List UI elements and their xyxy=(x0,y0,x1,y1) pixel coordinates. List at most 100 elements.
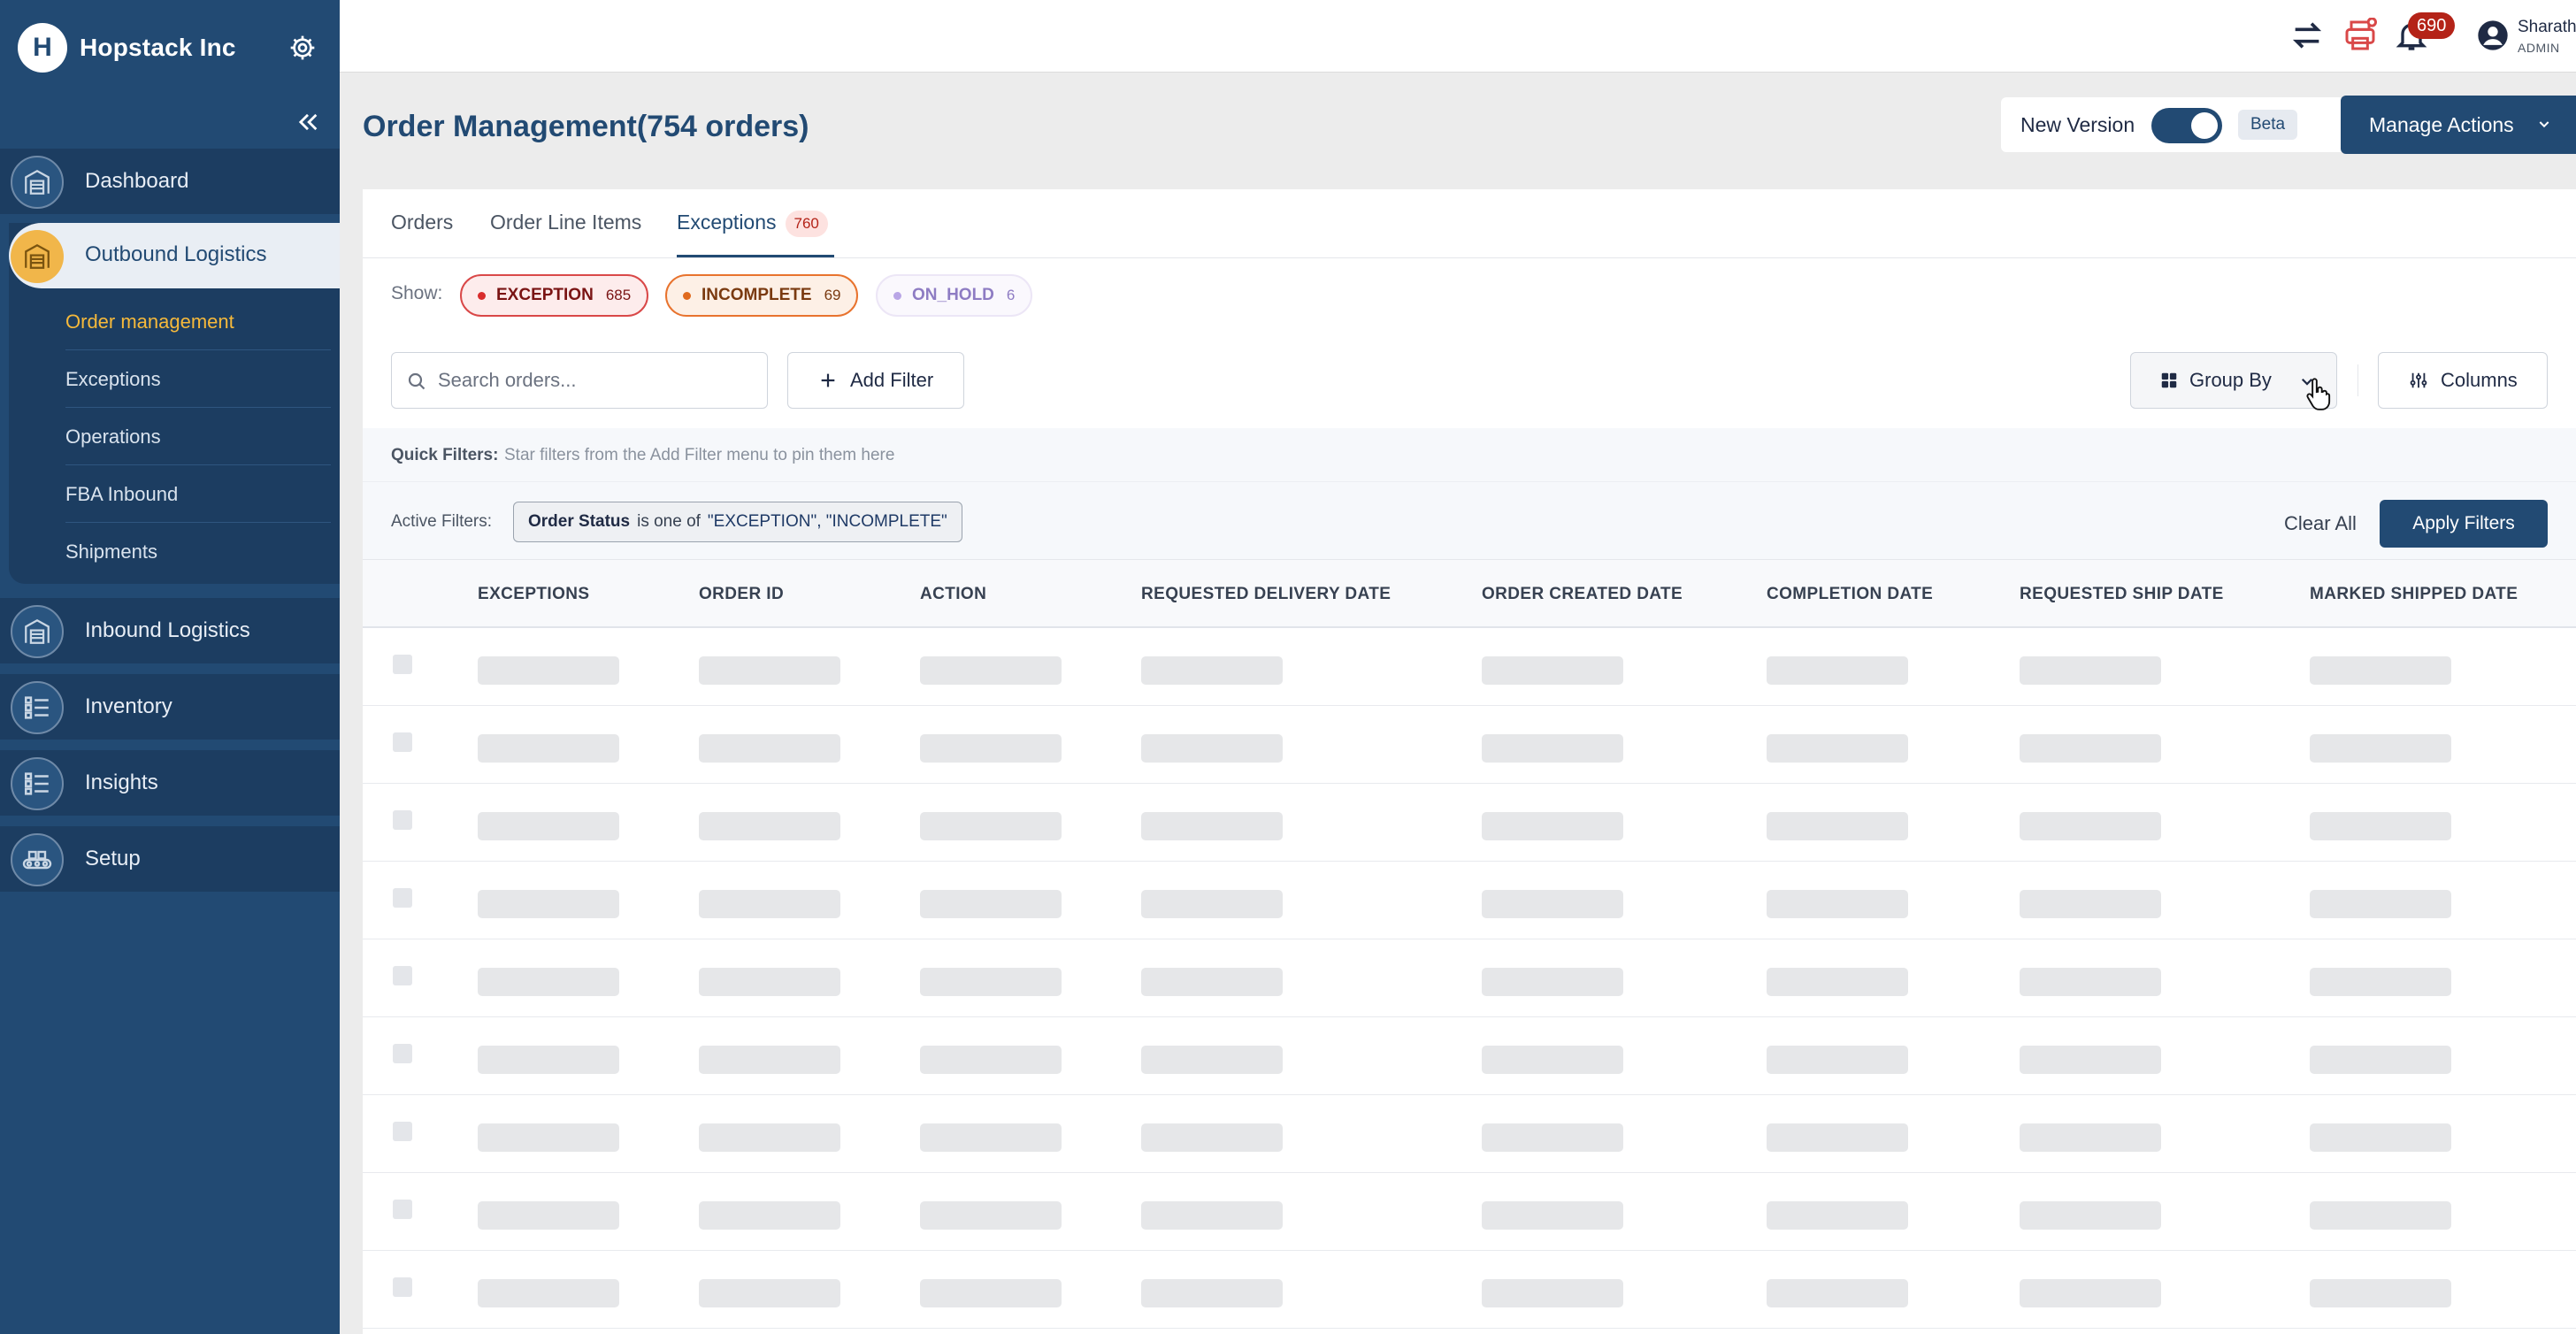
sidebar-item-setup[interactable]: Setup xyxy=(0,826,340,892)
checklist-icon xyxy=(11,757,64,810)
row-checkbox[interactable] xyxy=(393,1200,412,1219)
sidebar-subitem-order-management[interactable]: Order management xyxy=(65,294,331,350)
tab-exceptions[interactable]: Exceptions 760 xyxy=(677,211,828,237)
table-row[interactable] xyxy=(363,784,2576,862)
collapse-sidebar-icon[interactable] xyxy=(295,110,320,134)
sidebar-subitem-fba-inbound[interactable]: FBA Inbound xyxy=(65,466,331,523)
sidebar-subitem-exceptions[interactable]: Exceptions xyxy=(65,351,331,408)
row-checkbox[interactable] xyxy=(393,888,412,908)
pill-count: 685 xyxy=(605,287,632,303)
brand[interactable]: H Hopstack Inc xyxy=(18,23,236,73)
apply-filters-button[interactable]: Apply Filters xyxy=(2380,500,2548,548)
user-name[interactable]: Sharath xyxy=(2518,18,2576,37)
row-checkbox[interactable] xyxy=(393,966,412,985)
column-header[interactable]: ORDER ID xyxy=(699,585,784,604)
sidebar-item-inventory[interactable]: Inventory xyxy=(0,674,340,740)
table-row[interactable] xyxy=(363,1173,2576,1251)
row-checkbox[interactable] xyxy=(393,1277,412,1297)
status-dot xyxy=(478,291,486,300)
new-version-label: New Version xyxy=(2020,113,2135,136)
switch-arrows-icon[interactable] xyxy=(2289,18,2325,53)
active-filter-chip[interactable]: Order Status is one of "EXCEPTION", "INC… xyxy=(513,502,962,542)
topbar xyxy=(340,0,2576,73)
row-checkbox[interactable] xyxy=(393,1122,412,1141)
new-version-toggle-box: New Version Beta xyxy=(2001,97,2344,152)
table-row[interactable] xyxy=(363,862,2576,939)
loading-skeleton-cell xyxy=(478,1201,619,1230)
row-checkbox[interactable] xyxy=(393,655,412,674)
column-header[interactable]: REQUESTED DELIVERY DATE xyxy=(1141,585,1391,604)
loading-skeleton-cell xyxy=(2310,656,2451,685)
column-header[interactable]: ACTION xyxy=(920,585,986,604)
active-filters-row: Active Filters: Order Status is one of "… xyxy=(363,481,2576,559)
sidebar-item-dashboard[interactable]: Dashboard xyxy=(0,149,340,214)
loading-skeleton-cell xyxy=(2310,734,2451,763)
table-row[interactable] xyxy=(363,1251,2576,1329)
loading-skeleton-cell xyxy=(1767,1123,1908,1152)
status-pill-incomplete[interactable]: INCOMPLETE 69 xyxy=(665,274,859,317)
quick-filters-row: Quick Filters: Star filters from the Add… xyxy=(363,428,2576,481)
tab-order-line-items[interactable]: Order Line Items xyxy=(490,211,641,234)
printer-icon[interactable] xyxy=(2342,18,2378,53)
columns-button[interactable]: Columns xyxy=(2378,352,2548,409)
warehouse-icon xyxy=(11,230,64,283)
loading-skeleton-cell xyxy=(1767,812,1908,840)
plus-icon xyxy=(821,373,835,387)
loading-skeleton-cell xyxy=(2020,734,2161,763)
loading-skeleton-cell xyxy=(1141,968,1283,996)
sidebar-subitem-shipments[interactable]: Shipments xyxy=(65,524,331,580)
tab-exceptions-count: 760 xyxy=(785,211,828,237)
loading-skeleton-cell xyxy=(1767,1201,1908,1230)
column-header[interactable]: REQUESTED SHIP DATE xyxy=(2020,585,2224,604)
loading-skeleton-cell xyxy=(1141,812,1283,840)
sidebar-item-insights[interactable]: Insights xyxy=(0,750,340,816)
add-filter-button[interactable]: Add Filter xyxy=(787,352,964,409)
orders-card: Orders Order Line Items Exceptions 760 Sh… xyxy=(363,189,2576,1334)
warehouse-icon xyxy=(11,605,64,658)
manage-actions-button[interactable]: Manage Actions xyxy=(2341,96,2576,154)
quick-filters-hint: Star filters from the Add Filter menu to… xyxy=(504,446,895,464)
loading-skeleton-cell xyxy=(478,812,619,840)
group-by-button[interactable]: Group By xyxy=(2130,352,2337,410)
table-row[interactable] xyxy=(363,628,2576,706)
tab-orders[interactable]: Orders xyxy=(391,211,453,234)
pill-label: ON_HOLD xyxy=(912,286,994,304)
loading-skeleton-cell xyxy=(699,890,840,918)
row-checkbox[interactable] xyxy=(393,1044,412,1063)
search-input[interactable] xyxy=(438,353,756,408)
loading-skeleton-cell xyxy=(1482,968,1623,996)
loading-skeleton-cell xyxy=(2020,812,2161,840)
loading-skeleton-cell xyxy=(1141,1123,1283,1152)
sidebar-group-outbound: Outbound Logistics Order management Exce… xyxy=(9,223,340,584)
table-row[interactable] xyxy=(363,706,2576,784)
columns-label: Columns xyxy=(2441,369,2518,391)
loading-skeleton-cell xyxy=(920,812,1062,840)
table-row[interactable] xyxy=(363,1095,2576,1173)
sidebar-item-inbound-logistics[interactable]: Inbound Logistics xyxy=(0,598,340,663)
loading-skeleton-cell xyxy=(2020,1123,2161,1152)
loading-skeleton-cell xyxy=(478,734,619,763)
loading-skeleton-cell xyxy=(2310,1201,2451,1230)
new-version-toggle[interactable] xyxy=(2151,108,2222,143)
row-checkbox[interactable] xyxy=(393,732,412,752)
user-avatar-icon[interactable] xyxy=(2475,18,2511,53)
column-header[interactable]: EXCEPTIONS xyxy=(478,585,589,604)
active-filters-label: Active Filters: xyxy=(391,512,493,531)
row-checkbox[interactable] xyxy=(393,810,412,830)
clear-all-button[interactable]: Clear All xyxy=(2284,512,2357,535)
column-header[interactable]: ORDER CREATED DATE xyxy=(1482,585,1683,604)
status-pill-exception[interactable]: EXCEPTION 685 xyxy=(460,274,649,317)
sidebar-item-label: Setup xyxy=(85,847,141,870)
sidebar-item-label: Insights xyxy=(85,770,158,794)
table-row[interactable] xyxy=(363,939,2576,1017)
quick-filters-label: Quick Filters: xyxy=(391,446,499,464)
loading-skeleton-cell xyxy=(1141,1279,1283,1307)
sidebar-subitem-operations[interactable]: Operations xyxy=(65,409,331,465)
column-header[interactable]: COMPLETION DATE xyxy=(1767,585,1933,604)
group-by-label: Group By xyxy=(2189,369,2272,391)
table-row[interactable] xyxy=(363,1017,2576,1095)
column-header[interactable]: MARKED SHIPPED DATE xyxy=(2310,585,2518,604)
chip-operator: is one of xyxy=(637,512,701,531)
status-pill-on-hold[interactable]: ON_HOLD 6 xyxy=(876,274,1033,317)
gear-icon[interactable] xyxy=(288,34,317,62)
